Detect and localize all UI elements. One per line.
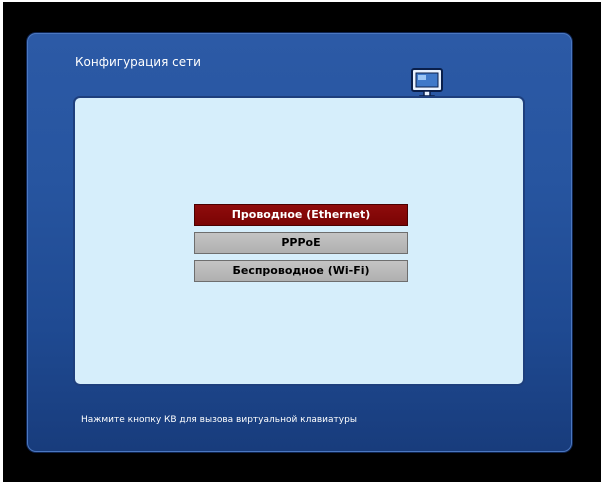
content-area: Проводное (Ethernet) PPPoE Беспроводное … [73, 96, 525, 386]
keyboard-hint: Нажмите кнопку КВ для вызова виртуальной… [81, 415, 357, 425]
page-title: Конфигурация сети [75, 55, 201, 69]
menu-item-wifi[interactable]: Беспроводное (Wi-Fi) [194, 260, 408, 282]
menu-item-ethernet[interactable]: Проводное (Ethernet) [194, 204, 408, 226]
connection-type-menu: Проводное (Ethernet) PPPoE Беспроводное … [194, 204, 408, 288]
network-config-panel: Конфигурация сети Проводное (Ethernet) P… [27, 33, 572, 452]
tv-screen: Конфигурация сети Проводное (Ethernet) P… [3, 2, 601, 482]
menu-item-pppoe[interactable]: PPPoE [194, 232, 408, 254]
